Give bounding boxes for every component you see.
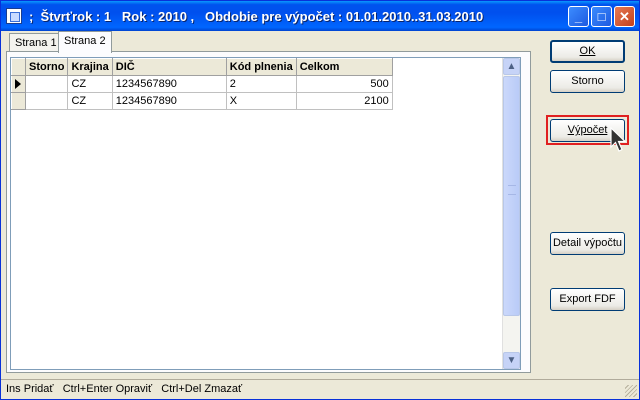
close-button[interactable]: ✕ [614,6,635,27]
cell-krajina[interactable]: CZ [67,92,113,110]
col-header-krajina[interactable]: Krajina [67,58,113,76]
tab-strana-2[interactable]: Strana 2 [58,31,112,53]
maximize-button[interactable]: □ [591,6,612,27]
chevron-down-icon: ▼ [506,355,517,366]
row-indicator-header [11,58,26,76]
ok-button[interactable]: OK [550,40,625,63]
cell-storno[interactable] [24,92,69,110]
cell-dic[interactable]: 1234567890 [111,92,227,110]
row-indicator-current[interactable] [11,75,26,93]
row-indicator[interactable] [11,92,26,110]
export-fdf-button[interactable]: Export FDF [550,288,625,311]
detail-vypoctu-button[interactable]: Detail výpočtu [550,232,625,255]
cell-kod[interactable]: X [225,92,297,110]
mouse-cursor-icon [610,127,627,152]
storno-button[interactable]: Storno [550,70,625,93]
cell-dic[interactable]: 1234567890 [111,75,227,93]
chevron-up-icon: ▲ [506,61,517,72]
cell-celkom[interactable]: 500 [295,75,393,93]
cell-krajina[interactable]: CZ [67,75,113,93]
window-title: ; Štvrťrok : 1 Rok : 2010 , Obdobie pre … [29,9,484,24]
grid-table: Storno Krajina DIČ Kód plnenia Celkom CZ… [11,58,393,110]
status-text: Ins Pridať Ctrl+Enter Opraviť Ctrl+Del Z… [6,383,243,395]
grid-header-row: Storno Krajina DIČ Kód plnenia Celkom [11,58,393,76]
col-header-celkom[interactable]: Celkom [295,58,393,76]
app-icon[interactable] [6,8,22,24]
current-row-arrow-icon [15,79,21,90]
status-bar: Ins Pridať Ctrl+Enter Opraviť Ctrl+Del Z… [1,379,639,399]
table-row[interactable]: CZ 1234567890 X 2100 [11,92,393,110]
scroll-up-button[interactable]: ▲ [503,58,520,75]
main-window: ; Štvrťrok : 1 Rok : 2010 , Obdobie pre … [0,0,640,400]
resize-grip-icon[interactable] [625,385,637,397]
cell-kod[interactable]: 2 [225,75,297,93]
grip-icon [508,185,516,195]
scroll-thumb[interactable] [503,76,520,316]
table-row[interactable]: CZ 1234567890 2 500 [11,75,393,93]
title-bar[interactable]: ; Štvrťrok : 1 Rok : 2010 , Obdobie pre … [1,1,639,31]
data-grid[interactable]: Storno Krajina DIČ Kód plnenia Celkom CZ… [10,57,521,370]
cell-celkom[interactable]: 2100 [295,92,393,110]
cell-storno[interactable] [24,75,69,93]
vertical-scrollbar[interactable]: ▲ ▼ [502,58,520,369]
tab-strana-1[interactable]: Strana 1 [9,33,63,52]
minimize-button[interactable]: _ [568,6,589,27]
col-header-storno[interactable]: Storno [24,58,69,76]
col-header-dic[interactable]: DIČ [111,58,227,76]
scroll-down-button[interactable]: ▼ [503,352,520,369]
col-header-kod-plnenia[interactable]: Kód plnenia [225,58,297,76]
ok-button-label: OK [579,45,596,57]
